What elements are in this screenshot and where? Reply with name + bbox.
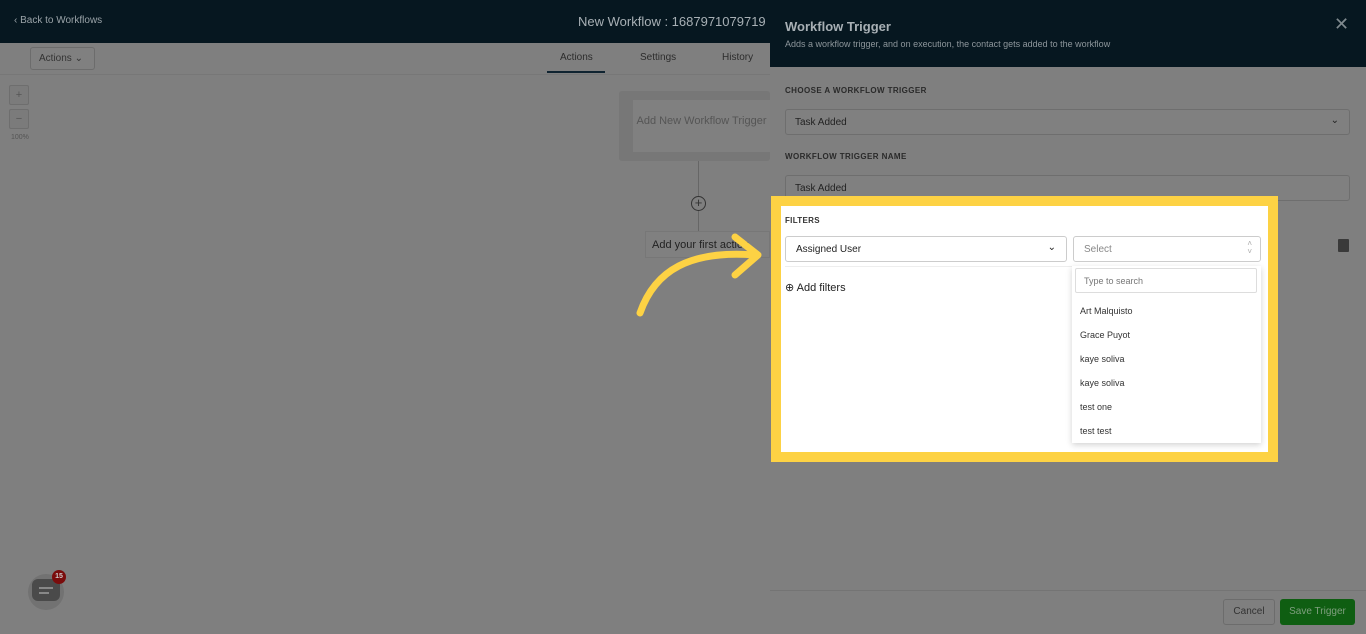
search-input[interactable]: Type to search — [1075, 268, 1257, 293]
chevron-down-icon: ⌄ — [1047, 242, 1056, 253]
option-item[interactable]: test one — [1080, 402, 1112, 412]
add-filters-button[interactable]: ⊕ Add filters — [785, 281, 846, 294]
option-item[interactable]: kaye soliva — [1080, 378, 1125, 388]
arrow-annotation — [636, 233, 762, 317]
add-trigger-label: Add New Workflow Trigger — [633, 100, 770, 152]
trash-icon[interactable] — [1338, 239, 1349, 252]
zoom-level: 100% — [11, 134, 29, 141]
user-dropdown-menu: Type to search Art Malquisto Grace Puyot… — [1072, 266, 1261, 443]
panel-subtitle: Adds a workflow trigger, and on executio… — [785, 39, 1111, 49]
option-item[interactable]: test test — [1080, 426, 1112, 436]
tab-actions[interactable]: Actions — [560, 52, 593, 63]
filter-value-placeholder: Select — [1084, 244, 1112, 255]
plus-circle-icon: ⊕ — [785, 282, 795, 294]
panel-footer — [770, 590, 1366, 634]
zoom-out-button[interactable]: − — [9, 109, 29, 129]
close-icon[interactable]: ✕ — [1334, 14, 1349, 35]
divider — [785, 266, 1075, 267]
workflow-title: New Workflow : 1687971079719 — [578, 14, 766, 29]
add-trigger-card[interactable]: Add New Workflow Trigger — [619, 91, 770, 161]
filters-label: FILTERS — [785, 216, 820, 225]
cancel-button[interactable]: Cancel — [1223, 599, 1275, 625]
zoom-in-button[interactable]: + — [9, 85, 29, 105]
back-to-workflows-link[interactable]: ‹ Back to Workflows — [14, 15, 102, 26]
choose-trigger-label: CHOOSE A WORKFLOW TRIGGER — [785, 86, 927, 95]
trigger-select-value: Task Added — [795, 117, 847, 128]
option-item[interactable]: Art Malquisto — [1080, 306, 1133, 316]
actions-dropdown[interactable]: Actions ⌄ — [30, 47, 95, 70]
option-item[interactable]: kaye soliva — [1080, 354, 1125, 364]
tab-history[interactable]: History — [722, 52, 753, 63]
trigger-name-label: WORKFLOW TRIGGER NAME — [785, 152, 907, 161]
add-filters-label: Add filters — [796, 282, 846, 294]
filter-field-select[interactable]: Assigned User ⌄ — [785, 236, 1067, 262]
panel-title: Workflow Trigger — [785, 19, 891, 34]
tab-settings[interactable]: Settings — [640, 52, 676, 63]
filter-field-value: Assigned User — [796, 244, 862, 255]
filter-value-select[interactable]: Select ˄ ˅ — [1073, 236, 1261, 262]
filters-section: FILTERS Assigned User ⌄ Select ˄ ˅ ⊕ Add fi… — [771, 196, 1278, 462]
chevron-down-icon: ⌄ — [1330, 115, 1339, 126]
active-tab-indicator — [547, 71, 605, 73]
notification-badge: 15 — [52, 570, 66, 584]
save-trigger-button[interactable]: Save Trigger — [1280, 599, 1355, 625]
add-step-icon[interactable]: + — [691, 196, 706, 211]
trigger-select[interactable]: Task Added ⌄ — [785, 109, 1350, 135]
option-item[interactable]: Grace Puyot — [1080, 330, 1130, 340]
sort-icon: ˄ ˅ — [1247, 239, 1252, 256]
